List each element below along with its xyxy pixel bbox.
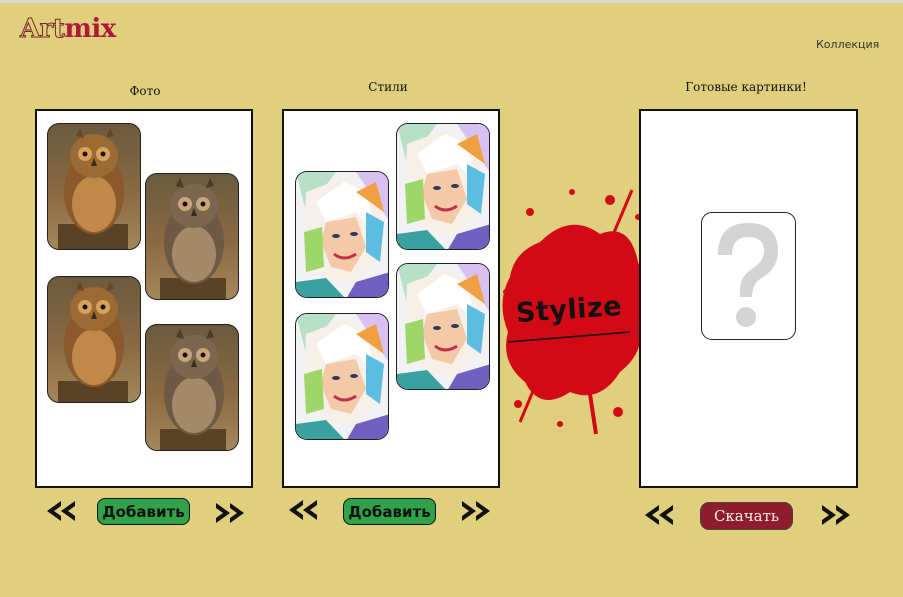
results-prev-button[interactable]	[643, 503, 677, 527]
popart-portrait-image	[397, 124, 489, 249]
logo-art: Art	[19, 14, 65, 45]
styles-title: Стили	[368, 80, 408, 94]
photo-thumbnail[interactable]	[47, 276, 141, 403]
top-border	[0, 0, 903, 3]
style-thumbnail[interactable]	[295, 171, 389, 298]
owl-image	[58, 281, 128, 402]
photo-thumbnail[interactable]	[47, 123, 141, 250]
owl-image	[160, 329, 226, 450]
results-title: Готовые картинки!	[685, 80, 807, 94]
photos-title: Фото	[129, 84, 161, 98]
popart-portrait-image	[296, 172, 388, 297]
style-thumbnail[interactable]	[295, 313, 389, 440]
owl-image	[160, 178, 226, 299]
photos-next-button[interactable]	[212, 501, 246, 525]
photo-thumbnail[interactable]	[145, 173, 239, 300]
owl-image	[58, 128, 128, 249]
photo-thumbnail[interactable]	[145, 324, 239, 451]
logo-mix: mix	[64, 14, 116, 44]
styles-prev-button[interactable]	[287, 498, 321, 522]
style-thumbnail[interactable]	[396, 263, 490, 390]
download-button[interactable]: Скачать	[700, 502, 793, 530]
result-placeholder	[701, 212, 796, 340]
styles-add-button[interactable]: Добавить	[343, 498, 436, 525]
styles-next-button[interactable]	[458, 499, 492, 523]
double-chevron-right-icon	[462, 501, 490, 521]
double-chevron-right-icon	[822, 505, 850, 525]
popart-portrait-image	[296, 314, 388, 439]
app-logo[interactable]: Artmix	[19, 14, 116, 45]
popart-portrait-image	[397, 264, 489, 389]
photos-add-button[interactable]: Добавить	[97, 498, 190, 525]
style-thumbnail[interactable]	[396, 123, 490, 250]
nav-collection-link[interactable]: Коллекция	[816, 38, 879, 51]
double-chevron-right-icon	[216, 503, 244, 523]
double-chevron-left-icon	[47, 501, 75, 521]
photos-prev-button[interactable]	[45, 499, 79, 523]
double-chevron-left-icon	[645, 505, 673, 525]
double-chevron-left-icon	[289, 500, 317, 520]
question-mark-icon	[718, 223, 778, 327]
results-next-button[interactable]	[818, 503, 852, 527]
